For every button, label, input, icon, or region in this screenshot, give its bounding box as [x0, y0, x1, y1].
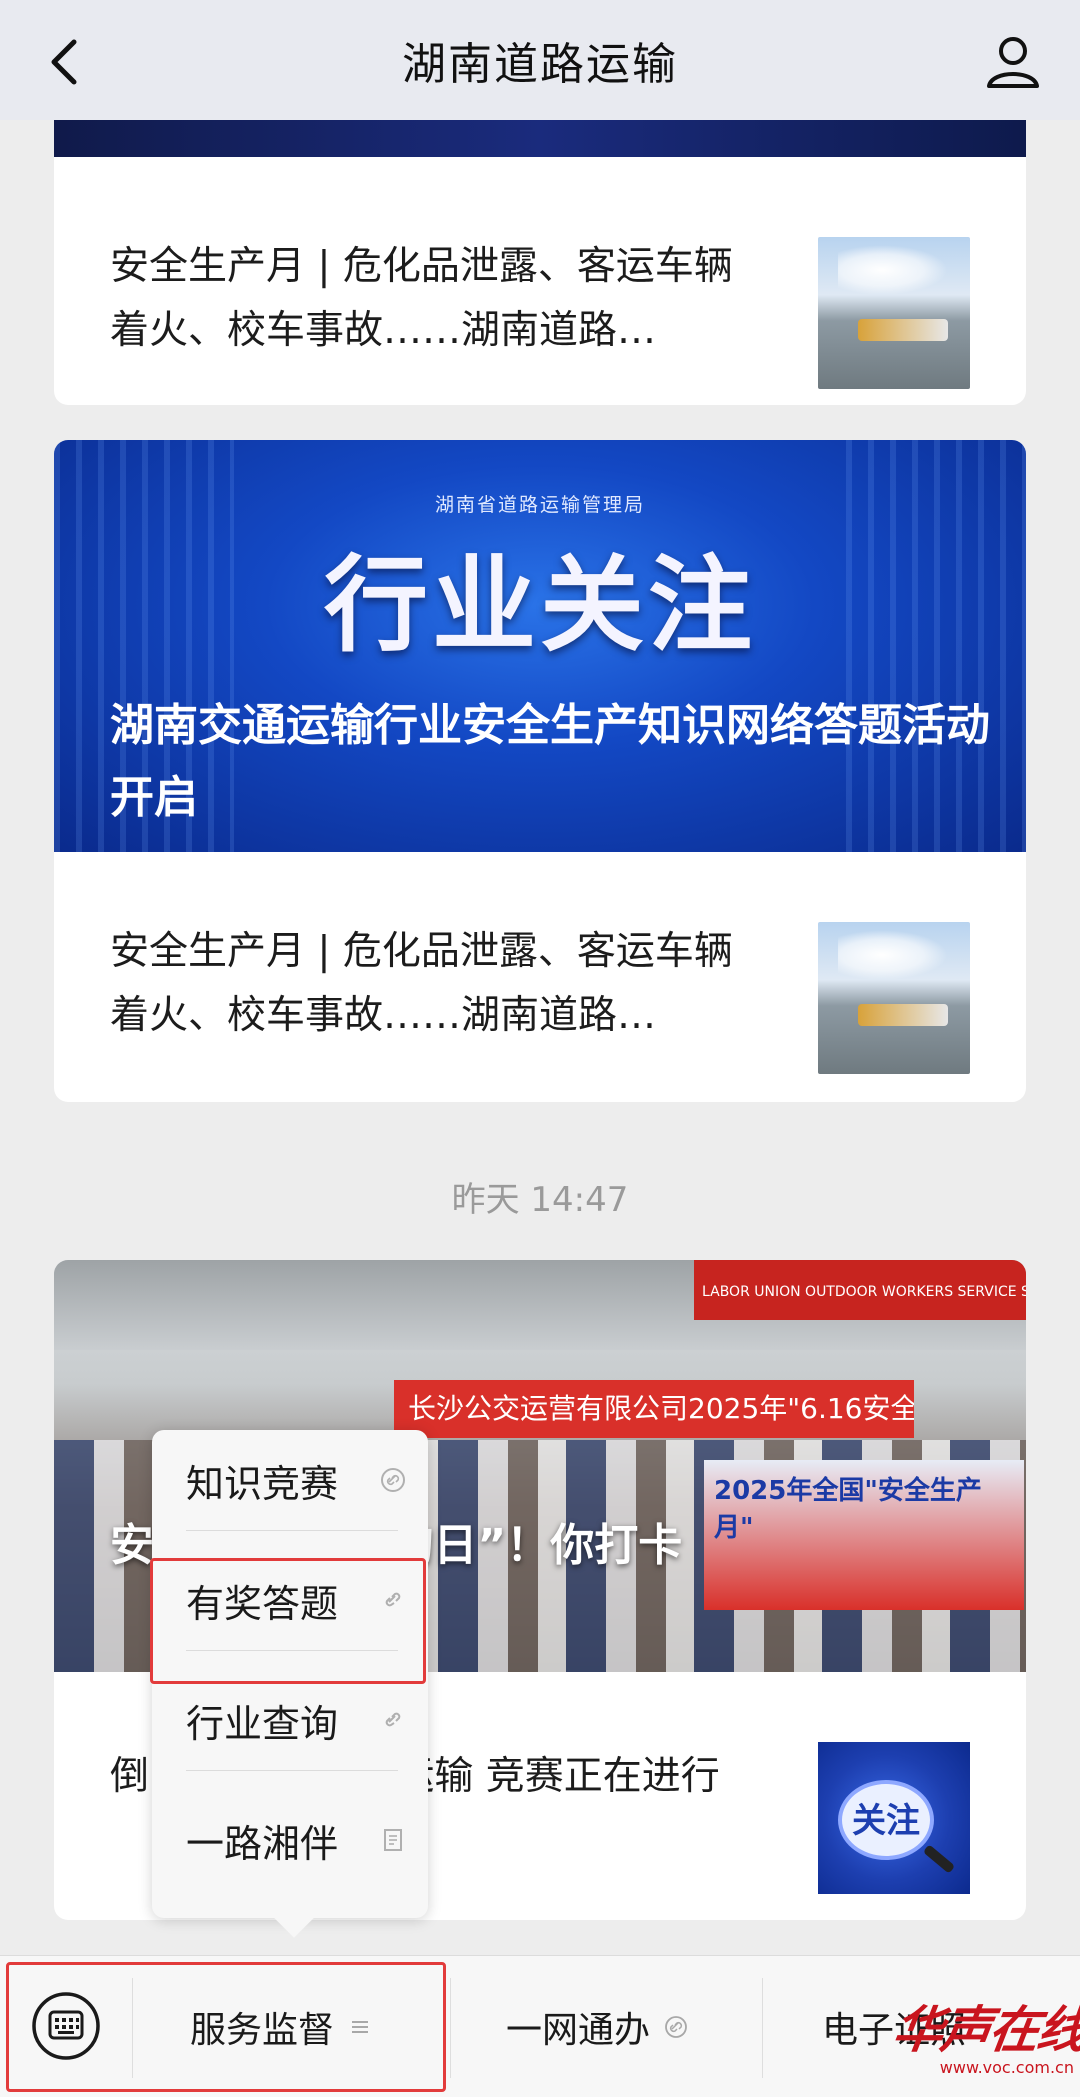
popup-pointer	[274, 1898, 314, 1938]
news-title: 安全生产月 | 危化品泄露、客运车辆着火、校车事故……湖南道路…	[110, 929, 733, 1038]
thumbnail-cloud	[838, 245, 948, 295]
cover-article-title: 湖南交通运输行业安全生产知识网络答题活动开启	[110, 700, 990, 823]
highlight-box-prize-quiz	[150, 1558, 426, 1684]
thumbnail-label: 关注	[838, 1780, 934, 1860]
top-nav-bar: 湖南道路运输	[0, 0, 1080, 120]
bar-divider	[450, 1978, 451, 2078]
photo-top-banner: LABOR UNION OUTDOOR WORKERS SERVICE STAT…	[694, 1260, 1026, 1320]
news-thumbnail	[818, 922, 970, 1074]
news-list-item[interactable]: 安全生产月 | 危化品泄露、客运车辆着火、校车事故……湖南道路…	[54, 880, 1026, 1080]
article-card[interactable]: 湖南省道路运输管理局 行业关注 湖南交通运输行业安全生产知识网络答题活动开启 安…	[54, 440, 1026, 1102]
submenu-item-industry-query[interactable]: 行业查询	[186, 1670, 406, 1770]
link-icon	[381, 1468, 405, 1492]
submenu-divider	[186, 1530, 398, 1531]
banner-org-name: 湖南省道路运输管理局	[434, 494, 645, 516]
submenu-item-yilu-xiangban[interactable]: 一路湘伴	[186, 1790, 406, 1890]
document-icon	[384, 1829, 402, 1851]
site-watermark-logo: 华声在线 www.voc.com.cn	[889, 1990, 1080, 2090]
link-icon	[385, 1712, 401, 1727]
submenu-divider	[186, 1770, 398, 1771]
submenu-item-knowledge-contest[interactable]: 知识竞赛	[186, 1430, 406, 1530]
bar-divider	[762, 1978, 763, 2078]
banner-title: 行业关注	[323, 543, 756, 666]
menu-tab-one-stop-service[interactable]: 一网通办	[506, 1956, 688, 2097]
thumbnail-cloud	[838, 930, 948, 980]
link-icon	[665, 2016, 687, 2038]
thumbnail-tanker-truck	[858, 319, 948, 341]
thumbnail-tanker-truck	[858, 1004, 948, 1026]
highlight-box-service-supervision	[6, 1962, 446, 2092]
submenu-item-label: 知识竞赛	[186, 1461, 339, 1506]
photo-red-sign: 长沙公交运营有限公司2025年"6.16安全宣传咨询日"活动	[394, 1380, 914, 1438]
submenu-item-label: 一路湘伴	[186, 1821, 339, 1866]
chevron-left-icon[interactable]	[40, 34, 90, 90]
news-thumbnail	[818, 237, 970, 389]
page-title: 湖南道路运输	[402, 39, 678, 90]
submenu-item-label: 行业查询	[186, 1701, 339, 1746]
news-thumbnail: 关注	[818, 1742, 970, 1894]
news-title: 安全生产月 | 危化品泄露、客运车辆着火、校车事故……湖南道路…	[110, 244, 733, 353]
user-icon[interactable]	[984, 32, 1042, 90]
article-card[interactable]: 安全生产月 | 危化品泄露、客运车辆着火、校车事故……湖南道路…	[54, 95, 1026, 405]
message-timestamp: 昨天 14:47	[451, 1180, 629, 1220]
magnifier-handle	[922, 1844, 956, 1874]
cover-banner[interactable]: 湖南省道路运输管理局 行业关注 湖南交通运输行业安全生产知识网络答题活动开启	[54, 440, 1026, 852]
watermark-text: 华声在线	[889, 2000, 1080, 2059]
menu-tab-label: 一网通办	[506, 2010, 651, 2051]
news-list-item[interactable]: 安全生产月 | 危化品泄露、客运车辆着火、校车事故……湖南道路…	[54, 195, 1026, 395]
